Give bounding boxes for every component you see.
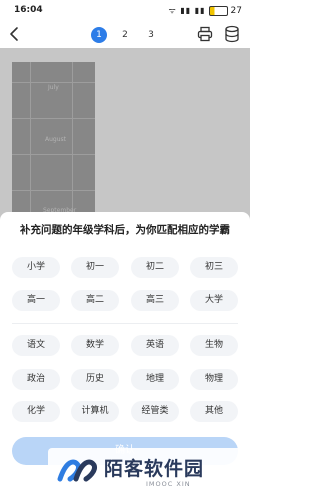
back-arrow-icon[interactable] — [6, 25, 24, 43]
subject-chip[interactable]: 化学 — [12, 401, 60, 422]
signal-wifi-icon: ᯤ ▮▮ ▮▮ — [168, 6, 206, 15]
subject-chip[interactable]: 政治 — [12, 369, 60, 390]
nav-bar: 1 2 3 — [0, 22, 250, 48]
grade-chip[interactable]: 大学 — [190, 290, 238, 311]
page-tab-3[interactable]: 3 — [143, 27, 159, 43]
battery-icon — [208, 5, 228, 16]
subject-chip[interactable]: 生物 — [190, 335, 238, 356]
status-time: 16:04 — [14, 5, 43, 15]
sheet-title: 补充问题的年级学科后，为你匹配相应的学霸 — [20, 224, 230, 236]
subject-chip[interactable]: 英语 — [131, 335, 179, 356]
grade-chip[interactable]: 初三 — [190, 257, 238, 278]
page-tab-1[interactable]: 1 — [91, 27, 107, 43]
grade-chip[interactable]: 高一 — [12, 290, 60, 311]
battery-level: 27 — [230, 5, 242, 16]
section-divider — [12, 323, 238, 324]
subject-chip[interactable]: 经管类 — [131, 401, 179, 422]
grade-chip[interactable]: 高三 — [131, 290, 179, 311]
page-tab-2[interactable]: 2 — [117, 27, 133, 43]
print-icon[interactable] — [197, 26, 213, 42]
database-icon[interactable] — [224, 25, 240, 43]
status-bar: 16:04 ᯤ ▮▮ ▮▮ 27 — [0, 0, 250, 22]
subject-chip[interactable]: 历史 — [71, 369, 119, 390]
dim-overlay[interactable] — [0, 48, 250, 220]
subject-chip[interactable]: 数学 — [71, 335, 119, 356]
subject-chip[interactable]: 其他 — [190, 401, 238, 422]
subject-chip[interactable]: 计算机 — [71, 401, 119, 422]
watermark-logo-icon — [57, 459, 97, 482]
watermark-subtext: IMOOC XIN — [146, 480, 191, 488]
subject-chip[interactable]: 物理 — [190, 369, 238, 390]
watermark: 陌客软件园 IMOOC XIN — [48, 448, 243, 494]
grade-chip[interactable]: 小学 — [12, 257, 60, 278]
grade-chip[interactable]: 初一 — [71, 257, 119, 278]
grade-chip[interactable]: 初二 — [131, 257, 179, 278]
watermark-text: 陌客软件园 — [104, 458, 205, 480]
grade-chip[interactable]: 高二 — [71, 290, 119, 311]
subject-chip[interactable]: 语文 — [12, 335, 60, 356]
subject-chip[interactable]: 地理 — [131, 369, 179, 390]
status-indicators: ᯤ ▮▮ ▮▮ 27 — [169, 5, 242, 16]
